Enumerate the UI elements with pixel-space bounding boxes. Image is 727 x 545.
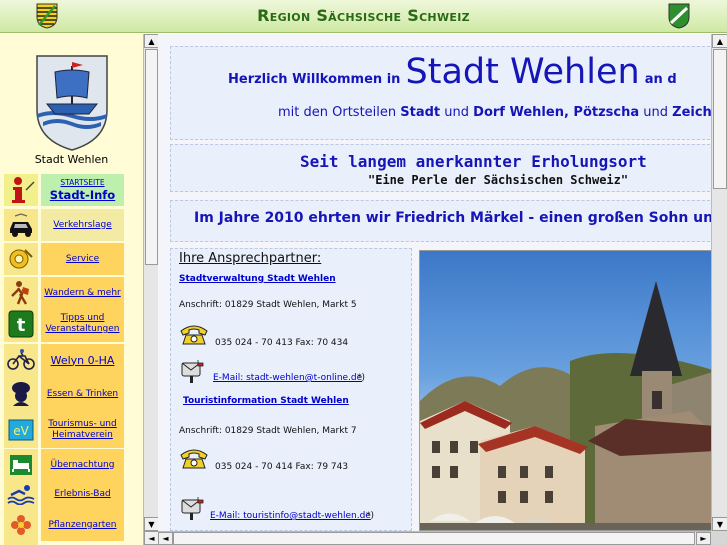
hscroll-left-arrow-icon[interactable]: ◄: [158, 532, 173, 545]
nav-item-tourismusverein[interactable]: eV Tourismus- und Heimatverein: [4, 410, 124, 448]
scroll-up-arrow-icon[interactable]: ▲: [144, 34, 158, 48]
coat-of-arms-icon: [36, 55, 108, 151]
email-note-2: *): [366, 511, 375, 521]
nav-item-essen[interactable]: Essen & Trinken: [4, 374, 124, 412]
nav-link-erlebnisbad[interactable]: Erlebnis-Bad: [41, 478, 124, 510]
left-scrollbar-thumb[interactable]: [145, 49, 158, 265]
nav-item-erlebnisbad[interactable]: Erlebnis-Bad: [4, 476, 124, 510]
link-touristinformation[interactable]: Touristinformation Stadt Wehlen: [183, 396, 349, 406]
flower-icon: [4, 509, 38, 541]
main-scrollbar-thumb[interactable]: [713, 49, 727, 189]
mailbox-icon: [181, 360, 204, 383]
phone-touristinformation: 035 024 - 70 414 Fax: 79 743: [215, 462, 349, 472]
email-note-1: *): [357, 373, 366, 383]
welcome-suffix: an d: [644, 72, 677, 87]
nav-link-service[interactable]: Service: [41, 243, 124, 275]
district-crest-icon: [668, 3, 690, 29]
town-church-photo: [419, 250, 715, 531]
top-banner: Region Sächsische Schweiz: [0, 0, 727, 33]
welcome-heading: Herzlich Willkommen in Stadt Wehlen an d: [228, 52, 677, 92]
tourist-info-icon: t: [4, 306, 38, 342]
nav-item-stadt-info[interactable]: STARTSEITE Stadt-Info: [4, 172, 124, 206]
main-hscrollbar-thumb[interactable]: [173, 532, 695, 545]
welcome-prefix: Herzlich Willkommen in: [228, 72, 401, 87]
navigation-panel: Stadt Wehlen STARTSEITE Stadt-Info Verke…: [0, 34, 143, 545]
quote-text: "Eine Perle der Sächsischen Schweiz": [368, 173, 629, 187]
phone-icon-2: [180, 449, 208, 469]
ev-icon: eV: [4, 412, 38, 448]
nav-link-stadt-info[interactable]: STARTSEITE Stadt-Info: [41, 174, 124, 206]
swimmer-icon: [4, 478, 38, 510]
districts-prefix: mit den Ortsteilen: [278, 105, 397, 120]
mailbox-icon-2: [181, 497, 204, 520]
nav-item-service[interactable]: Service: [4, 241, 124, 275]
email-stadtverwaltung[interactable]: E-Mail: stadt-wehlen@t-online.de: [213, 373, 362, 383]
contact-header: Ihre Ansprechpartner:: [179, 251, 322, 266]
district-zeich: Zeich: [672, 105, 712, 120]
email-touristinformation[interactable]: E-Mail: touristinfo@stadt-wehlen.de: [210, 511, 371, 521]
main-content-frame: Herzlich Willkommen in Stadt Wehlen an d…: [158, 34, 727, 531]
link-stadtverwaltung[interactable]: Stadtverwaltung Stadt Wehlen: [179, 274, 336, 284]
district-stadt: Stadt: [400, 105, 441, 120]
nav-label-startseite: STARTSEITE: [60, 178, 105, 187]
district-dorf-poetzscha: Dorf Wehlen, Pötzscha: [473, 105, 640, 120]
main-scrollbar[interactable]: ▲ ▼: [711, 34, 727, 531]
slogan-text: Seit langem anerkannter Erholungsort: [300, 152, 647, 171]
car-icon: [4, 209, 38, 241]
districts-und-1: und: [444, 105, 470, 120]
address-stadtverwaltung: Anschrift: 01829 Stadt Wehlen, Markt 5: [179, 300, 357, 310]
welcome-town: Stadt Wehlen: [405, 52, 640, 92]
phone-icon: [180, 325, 208, 345]
districts-und-2: und: [643, 105, 669, 120]
nav-item-pflanzengarten[interactable]: Pflanzengarten: [4, 507, 124, 541]
contact-box: Ihre Ansprechpartner: Stadtverwaltung St…: [170, 248, 412, 531]
partial-icon: [4, 541, 38, 545]
bicycle-icon: [4, 344, 38, 376]
info-icon: [4, 174, 38, 206]
scrollbar-corner: [711, 531, 727, 545]
nav-label-stadt-info: Stadt-Info: [49, 188, 116, 202]
left-navigation-frame: Stadt Wehlen STARTSEITE Stadt-Info Verke…: [0, 34, 158, 545]
svg-text:eV: eV: [13, 424, 29, 438]
left-scrollbar[interactable]: ▲ ▼ ◄: [143, 34, 158, 545]
honour-text: Im Jahre 2010 ehrten wir Friedrich Märke…: [194, 210, 727, 226]
nav-link-essen[interactable]: Essen & Trinken: [41, 376, 124, 412]
nav-link-tipps[interactable]: Tipps und Veranstaltungen: [41, 306, 124, 342]
page-banner-title: Region Sächsische Schweiz: [257, 6, 470, 25]
nav-link-verkehrslage[interactable]: Verkehrslage: [41, 209, 124, 241]
address-touristinformation: Anschrift: 01829 Stadt Wehlen, Markt 7: [179, 426, 357, 436]
phone-stadtverwaltung: 035 024 - 70 413 Fax: 70 434: [215, 338, 349, 348]
svg-text:t: t: [17, 315, 26, 336]
nav-link-welyn[interactable]: Welyn 0-HA: [41, 344, 124, 376]
nav-item-verkehrslage[interactable]: Verkehrslage: [4, 207, 124, 241]
nav-item-tipps[interactable]: t Tipps und Veranstaltungen: [4, 304, 124, 342]
chef-icon: [4, 376, 38, 412]
nav-item-next-partial: [4, 539, 124, 545]
main-scroll-up-arrow-icon[interactable]: ▲: [712, 34, 727, 48]
districts-line: mit den Ortsteilen Stadt und Dorf Wehlen…: [278, 105, 712, 120]
scroll-left-arrow-icon[interactable]: ◄: [144, 531, 158, 545]
scroll-down-arrow-icon[interactable]: ▼: [144, 517, 158, 531]
hscroll-right-arrow-icon[interactable]: ►: [696, 532, 711, 545]
town-name-label: Stadt Wehlen: [34, 153, 109, 166]
nav-link-tourismusverein[interactable]: Tourismus- und Heimatverein: [41, 412, 124, 448]
nav-link-pflanzengarten[interactable]: Pflanzengarten: [41, 509, 124, 541]
main-scroll-down-arrow-icon[interactable]: ▼: [712, 517, 727, 531]
service-icon: [4, 243, 38, 275]
main-horizontal-scrollbar[interactable]: ◄ ►: [158, 531, 711, 545]
nav-item-welyn[interactable]: Welyn 0-HA: [4, 342, 124, 376]
